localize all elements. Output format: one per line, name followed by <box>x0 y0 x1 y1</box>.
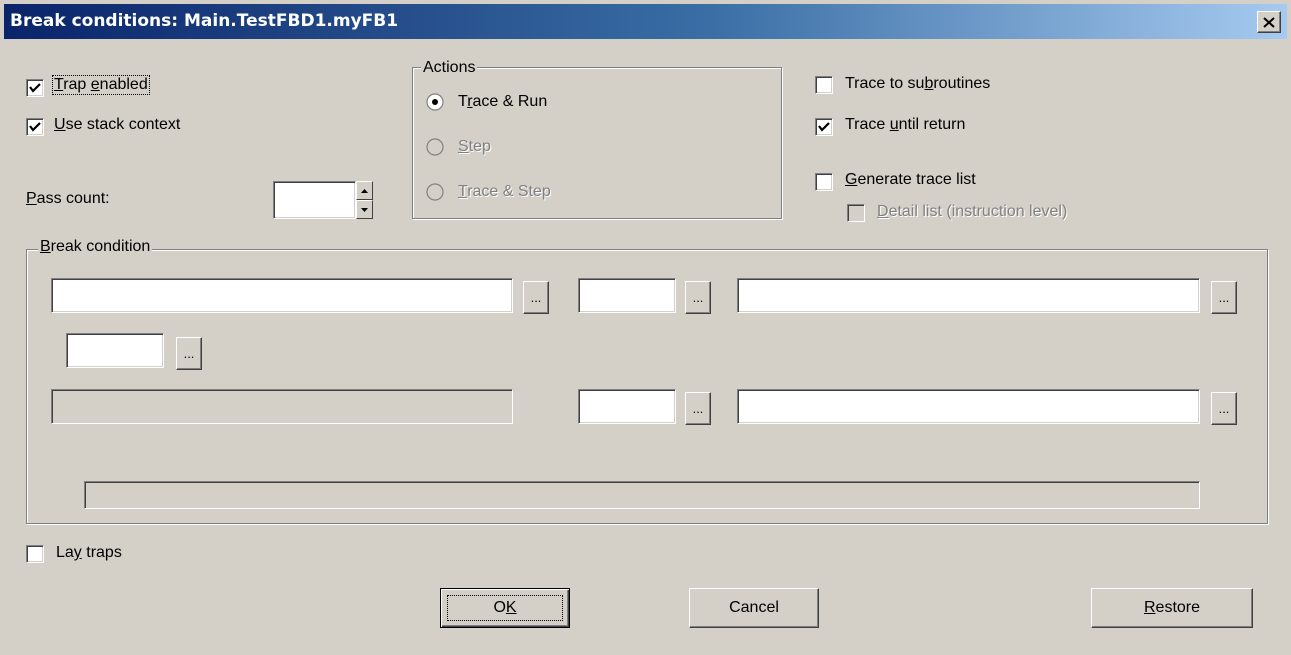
checkmark-icon <box>818 122 830 132</box>
condition-operator1-input[interactable] <box>578 278 676 313</box>
trace-until-return-label[interactable]: Trace until return <box>845 116 965 134</box>
checkmark-icon <box>29 122 41 132</box>
condition-operand2-input[interactable] <box>737 278 1200 313</box>
trace-until-return-checkbox[interactable] <box>815 118 833 136</box>
use-stack-context-label[interactable]: Use stack context <box>54 116 180 134</box>
pass-count-input[interactable] <box>273 181 356 219</box>
pass-count-stepper[interactable] <box>356 181 373 219</box>
actions-group-title: Actions <box>421 59 478 77</box>
arrow-down-icon <box>361 208 368 212</box>
radio-empty-icon <box>426 183 444 201</box>
trace-to-subroutines-checkbox[interactable] <box>815 76 833 94</box>
condition-operator2-input[interactable] <box>578 389 676 424</box>
trace-run-label[interactable]: Trace & Run <box>458 93 547 111</box>
detail-list-label: Detail list (instruction level) <box>877 203 1068 220</box>
trace-to-subroutines-label[interactable]: Trace to subroutines <box>845 75 990 93</box>
condition-logic-input[interactable] <box>66 333 164 368</box>
trace-step-label: Trace & Step <box>458 183 551 200</box>
condition-expression-display <box>84 481 1200 509</box>
operator2-browse-button[interactable]: ... <box>685 392 711 425</box>
trace-run-radio[interactable] <box>426 93 444 111</box>
title-bar: Break conditions: Main.TestFBD1.myFB1 <box>4 4 1287 39</box>
step-label: Step <box>458 138 491 155</box>
generate-trace-list-checkbox[interactable] <box>815 173 833 191</box>
lay-traps-checkbox[interactable] <box>26 545 44 563</box>
condition-operand3-input <box>51 389 513 424</box>
arrow-up-icon <box>361 189 368 193</box>
break-condition-title: Break condition <box>38 238 153 256</box>
operand4-browse-button[interactable]: ... <box>1211 392 1237 425</box>
spin-down-button[interactable] <box>356 200 373 219</box>
trap-enabled-checkbox[interactable] <box>26 79 44 97</box>
focus-rect <box>447 595 563 621</box>
checkmark-icon <box>29 83 41 93</box>
cancel-button[interactable]: Cancel <box>689 588 819 628</box>
close-button[interactable] <box>1257 11 1281 33</box>
condition-operand4-input[interactable] <box>737 389 1200 424</box>
pass-count-label: Pass count: <box>26 190 110 207</box>
operand1-browse-button[interactable]: ... <box>523 281 549 314</box>
ok-button[interactable]: OK <box>440 588 570 628</box>
restore-label-accel: R <box>1143 599 1156 616</box>
radio-selected-icon <box>426 93 444 111</box>
detail-list-checkbox[interactable] <box>847 204 865 222</box>
condition-operand1-input[interactable] <box>51 278 513 313</box>
radio-empty-icon <box>426 138 444 156</box>
step-radio[interactable] <box>426 138 444 156</box>
spin-up-button[interactable] <box>356 181 373 200</box>
trace-step-radio[interactable] <box>426 183 444 201</box>
use-stack-context-checkbox[interactable] <box>26 118 44 136</box>
break-conditions-dialog: Break conditions: Main.TestFBD1.myFB1 Tr… <box>0 0 1291 655</box>
operator1-browse-button[interactable]: ... <box>685 281 711 314</box>
logic-browse-button[interactable]: ... <box>176 337 202 370</box>
restore-label: estore <box>1155 599 1201 616</box>
restore-button[interactable]: Restore <box>1091 588 1253 628</box>
operand2-browse-button[interactable]: ... <box>1211 281 1237 314</box>
close-icon <box>1263 16 1275 28</box>
window-title: Break conditions: Main.TestFBD1.myFB1 <box>10 11 399 31</box>
trap-enabled-label[interactable]: Trap enabled <box>52 75 150 95</box>
lay-traps-label[interactable]: Lay traps <box>56 544 122 562</box>
generate-trace-list-label[interactable]: Generate trace list <box>845 171 976 189</box>
